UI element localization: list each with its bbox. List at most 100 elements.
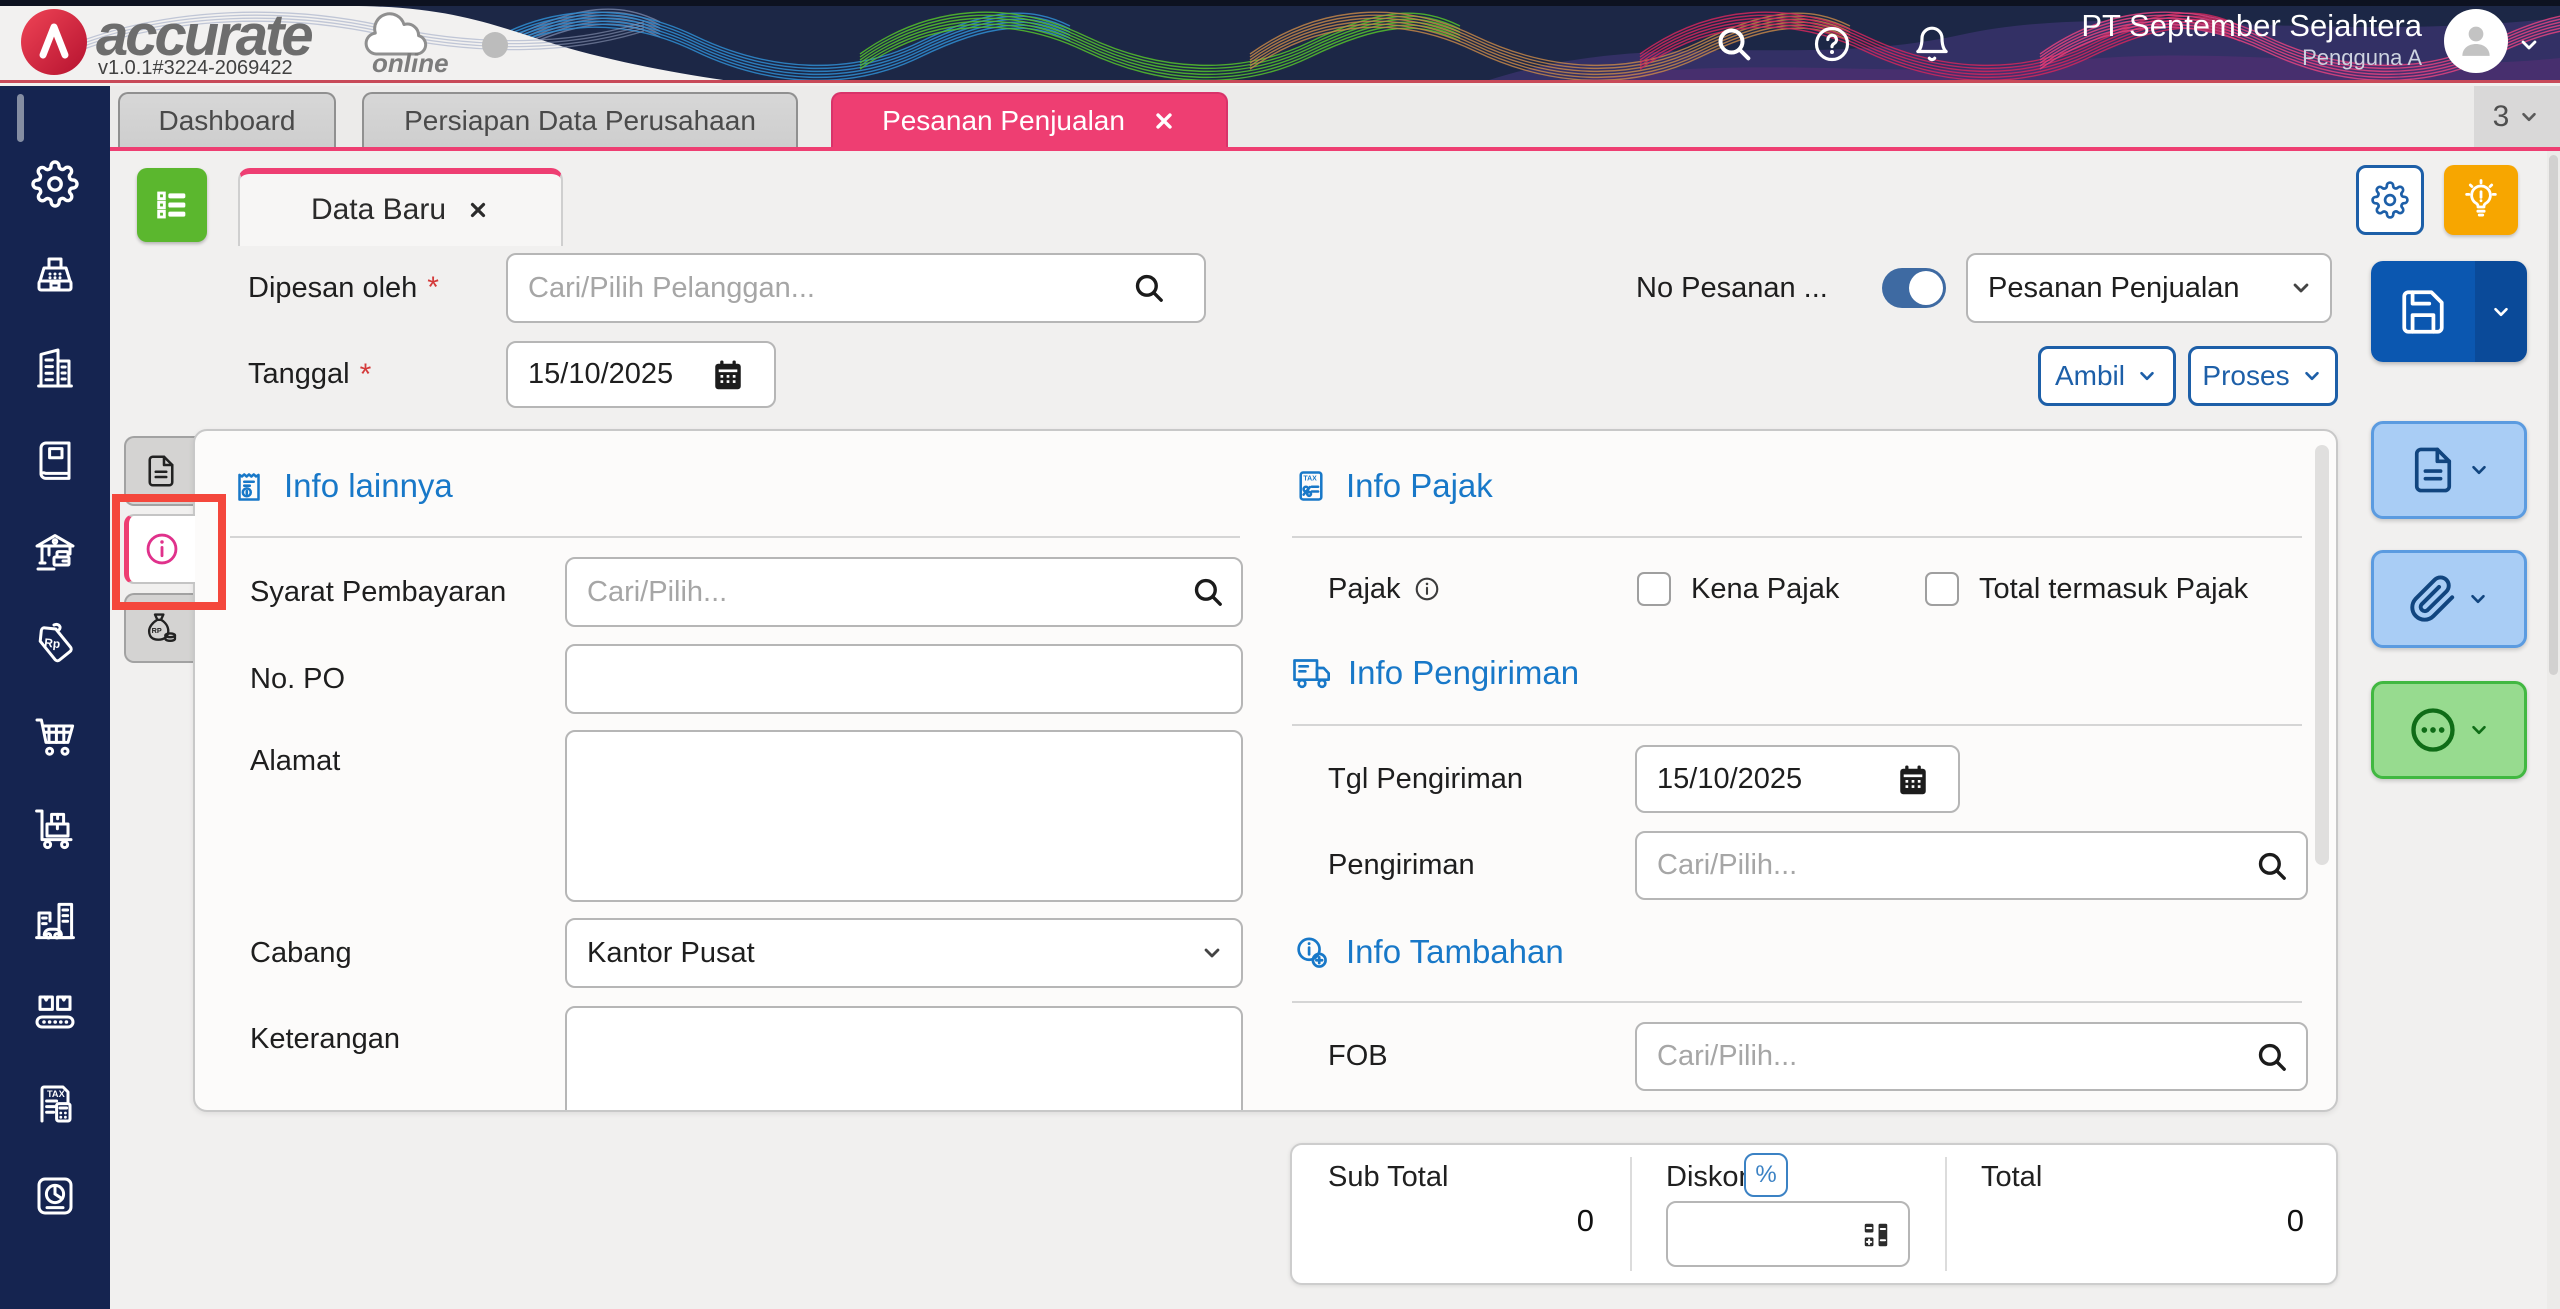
sidebar-scrollbar-thumb[interactable] [17,94,24,142]
pelanggan-search-input[interactable] [506,253,1206,323]
manufacture-conveyor-icon[interactable] [31,988,79,1036]
calendar-icon[interactable] [710,357,746,393]
totals-divider [1945,1157,1947,1271]
floppy-save-icon [2398,287,2448,337]
doc-type-dropdown[interactable]: Pesanan Penjualan [1966,253,2332,323]
person-icon [2455,20,2497,62]
avatar[interactable] [2444,9,2508,73]
cabang-dropdown[interactable]: Kantor Pusat [565,918,1243,988]
required-asterisk: * [359,357,372,391]
kena-pajak-checkbox[interactable] [1637,572,1671,606]
ledger-book-icon[interactable] [31,436,79,484]
tips-button[interactable] [2444,165,2518,235]
label-text: Total termasuk Pajak [1979,572,2249,605]
cash-register-icon[interactable] [31,252,79,300]
diskon-label: Diskon [1666,1161,1755,1193]
form-settings-button[interactable] [2356,165,2424,235]
gear-icon [2371,181,2409,219]
search-icon[interactable] [1714,24,1754,64]
save-button[interactable] [2371,261,2475,362]
notifications-bell-icon[interactable] [1912,24,1952,64]
keterangan-textarea[interactable] [565,1006,1243,1110]
no-pesanan-auto-toggle[interactable] [1882,268,1946,308]
report-pie-icon[interactable] [31,1172,79,1220]
close-data-baru-icon[interactable] [466,198,490,222]
tab-persiapan-data-perusahaan[interactable]: Persiapan Data Perusahaan [362,92,798,147]
accurate-logo-icon[interactable] [20,8,88,76]
attachment-button[interactable] [2371,550,2527,648]
diskon-percent-badge[interactable]: % [1744,1153,1788,1197]
search-icon[interactable] [1191,575,1225,609]
save-options-button[interactable] [2475,261,2527,362]
chevron-down-icon [2517,105,2541,129]
tab-pesanan-penjualan[interactable]: Pesanan Penjualan [831,92,1228,147]
user-menu-chevron-icon[interactable] [2516,32,2542,58]
cabang-value: Kantor Pusat [587,936,755,969]
search-icon[interactable] [2255,849,2289,883]
alamat-textarea[interactable] [565,730,1243,902]
close-tab-icon[interactable] [1151,108,1177,134]
data-baru-label: Data Baru [310,193,447,226]
total-termasuk-pajak-checkbox[interactable] [1925,572,1959,606]
fixed-asset-icon[interactable] [31,896,79,944]
list-view-button[interactable] [137,168,207,242]
calculator-icon[interactable] [1858,1217,1894,1253]
syarat-pembayaran-label: Syarat Pembayaran [250,557,506,627]
label-text: Alamat [250,745,341,777]
open-tabs-counter[interactable]: 3 [2474,86,2560,147]
ambil-button[interactable]: Ambil [2038,346,2176,406]
alamat-label: Alamat [250,745,340,778]
help-icon[interactable] [1812,24,1852,64]
fob-search-input[interactable] [1635,1022,2308,1091]
page-scrollbar[interactable] [2547,151,2560,1309]
section-title: Info Pajak [1346,467,1493,504]
pengiriman-label: Pengiriman [1328,831,1475,900]
tax-document-icon[interactable] [31,1080,79,1128]
section-divider [1292,724,2302,726]
chevron-down-icon [2135,364,2159,388]
syarat-pembayaran-input[interactable] [565,557,1243,627]
tab-dashboard[interactable]: Dashboard [118,92,336,147]
calendar-icon[interactable] [1895,762,1931,798]
no-po-input[interactable] [565,644,1243,714]
page-scrollbar-thumb[interactable] [2549,155,2558,675]
paperclip-icon [2408,574,2458,624]
pengiriman-search-input[interactable] [1635,831,2308,900]
tab-data-baru[interactable]: Data Baru [238,168,563,246]
total-value: 0 [2286,1203,2304,1238]
info-pajak-header: Info Pajak [1292,467,1493,505]
info-circle-icon[interactable] [1413,575,1441,603]
settings-gear-icon[interactable] [31,160,79,208]
info-panel: Info lainnya Syarat Pembayaran No. PO Al… [193,429,2338,1112]
inventory-trolley-icon[interactable] [31,804,79,852]
save-split-button[interactable] [2371,261,2527,362]
chevron-down-icon [2466,587,2490,611]
brand-online-label: online [372,48,449,78]
search-icon[interactable] [1132,271,1166,305]
preview-document-button[interactable] [2371,421,2527,519]
lightbulb-icon [2460,179,2502,221]
toggle-knob [1909,271,1943,305]
dipesan-oleh-label: Dipesan oleh * [248,253,439,323]
section-divider [1292,1001,2302,1003]
bank-icon[interactable] [31,528,79,576]
purchase-cart-icon[interactable] [31,712,79,760]
price-tag-rp-icon[interactable] [31,620,79,668]
status-dot [482,32,508,58]
label-text: Tanggal [248,358,350,390]
version-label: v1.0.1#3224-2069422 [98,57,293,79]
accurate-online-app: accurate online v1.0.1#3224-2069422 PT S… [0,0,2560,1309]
company-building-icon[interactable] [31,344,79,392]
proses-button[interactable]: Proses [2188,346,2338,406]
panel-scrollbar-thumb[interactable] [2315,445,2329,865]
section-title: Info lainnya [284,467,453,504]
info-tambahan-header: Info Tambahan [1292,933,1564,971]
ellipsis-circle-icon [2407,704,2459,756]
company-block: PT September Sejahtera Pengguna A [2081,7,2422,71]
search-icon[interactable] [2255,1040,2289,1074]
fob-label: FOB [1328,1022,1388,1091]
ambil-label: Ambil [2054,360,2125,391]
more-actions-button[interactable] [2371,681,2527,779]
info-pengiriman-header: Info Pengiriman [1292,653,1579,693]
label-text: Keterangan [250,1023,400,1055]
